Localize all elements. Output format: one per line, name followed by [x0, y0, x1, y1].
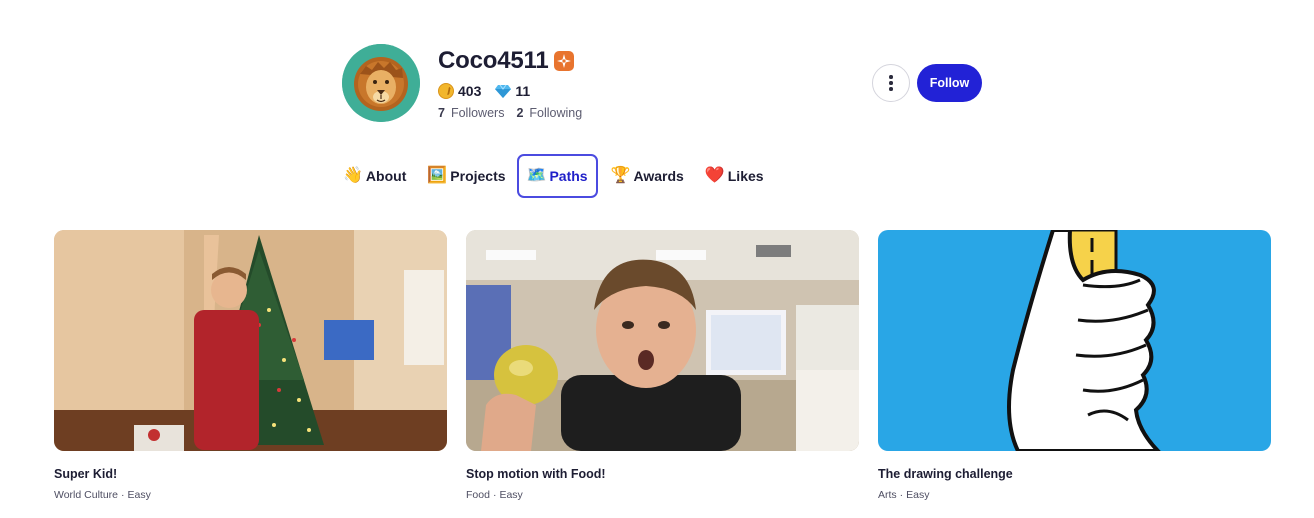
coins-count: 403 — [458, 83, 482, 99]
paths-grid: Super Kid! World Culture · Easy Stop mot… — [54, 230, 1271, 510]
card-thumbnail[interactable] — [878, 230, 1271, 451]
card-title[interactable]: The drawing challenge — [878, 467, 1271, 483]
following-count: 2 — [516, 106, 524, 120]
profile-header: Coco4511 403 11 7 Followers 2 Following … — [342, 44, 1002, 124]
tab-projects[interactable]: 🖼️ Projects — [424, 154, 508, 198]
followers-label: Followers — [450, 106, 505, 120]
profile-tabs: 👋 About 🖼️ Projects 🗺️ Paths 🏆 Awards ❤️… — [340, 154, 782, 198]
follow-button[interactable]: Follow — [917, 64, 982, 102]
path-card[interactable]: Stop motion with Food! Food · Easy — [466, 230, 859, 501]
card-category: Food — [466, 489, 490, 501]
tab-label: Likes — [727, 168, 764, 184]
following-link[interactable]: 2 Following — [516, 106, 582, 120]
path-card[interactable]: The drawing challenge Arts · Easy — [878, 230, 1271, 501]
more-vertical-icon — [889, 75, 893, 79]
followers-link[interactable]: 7 Followers — [438, 106, 504, 120]
card-thumbnail[interactable] — [54, 230, 447, 451]
lion-icon — [342, 44, 420, 122]
avatar[interactable] — [342, 44, 420, 122]
coin-icon — [438, 83, 454, 99]
map-icon: 🗺️ — [526, 167, 547, 184]
heart-icon: ❤️ — [704, 167, 725, 184]
card-category: Arts — [878, 489, 897, 501]
card-meta: Food · Easy — [466, 489, 859, 501]
gems-count: 11 — [515, 83, 531, 99]
more-options-button[interactable] — [872, 64, 910, 102]
card-level: Easy — [127, 489, 151, 501]
card-title[interactable]: Stop motion with Food! — [466, 467, 859, 483]
coins-stat: 403 — [438, 83, 481, 99]
username: Coco4511 — [438, 47, 549, 74]
card-meta: World Culture · Easy — [54, 489, 447, 501]
tab-label: Awards — [633, 168, 684, 184]
sparkle-badge-icon — [554, 51, 575, 71]
meta-separator: · — [492, 489, 497, 501]
tab-label: Paths — [549, 168, 588, 184]
gem-icon — [495, 84, 512, 98]
card-title[interactable]: Super Kid! — [54, 467, 447, 483]
tab-awards[interactable]: 🏆 Awards — [608, 154, 687, 198]
trophy-icon: 🏆 — [610, 167, 631, 184]
card-level: Easy — [499, 489, 523, 501]
card-level: Easy — [906, 489, 930, 501]
path-card[interactable]: Super Kid! World Culture · Easy — [54, 230, 447, 501]
tab-about[interactable]: 👋 About — [340, 154, 409, 198]
tab-label: About — [365, 168, 407, 184]
following-label: Following — [529, 106, 583, 120]
card-meta: Arts · Easy — [878, 489, 1271, 501]
gems-stat: 11 — [495, 83, 530, 99]
tab-likes[interactable]: ❤️ Likes — [702, 154, 767, 198]
tab-label: Projects — [450, 168, 506, 184]
meta-separator: · — [899, 489, 904, 501]
framed-picture-icon: 🖼️ — [427, 167, 448, 184]
waving-hand-icon: 👋 — [343, 167, 363, 184]
followers-count: 7 — [438, 106, 445, 120]
meta-separator: · — [121, 489, 125, 501]
card-category: World Culture — [54, 489, 118, 501]
tab-paths[interactable]: 🗺️ Paths — [516, 154, 598, 198]
card-thumbnail[interactable] — [466, 230, 859, 451]
